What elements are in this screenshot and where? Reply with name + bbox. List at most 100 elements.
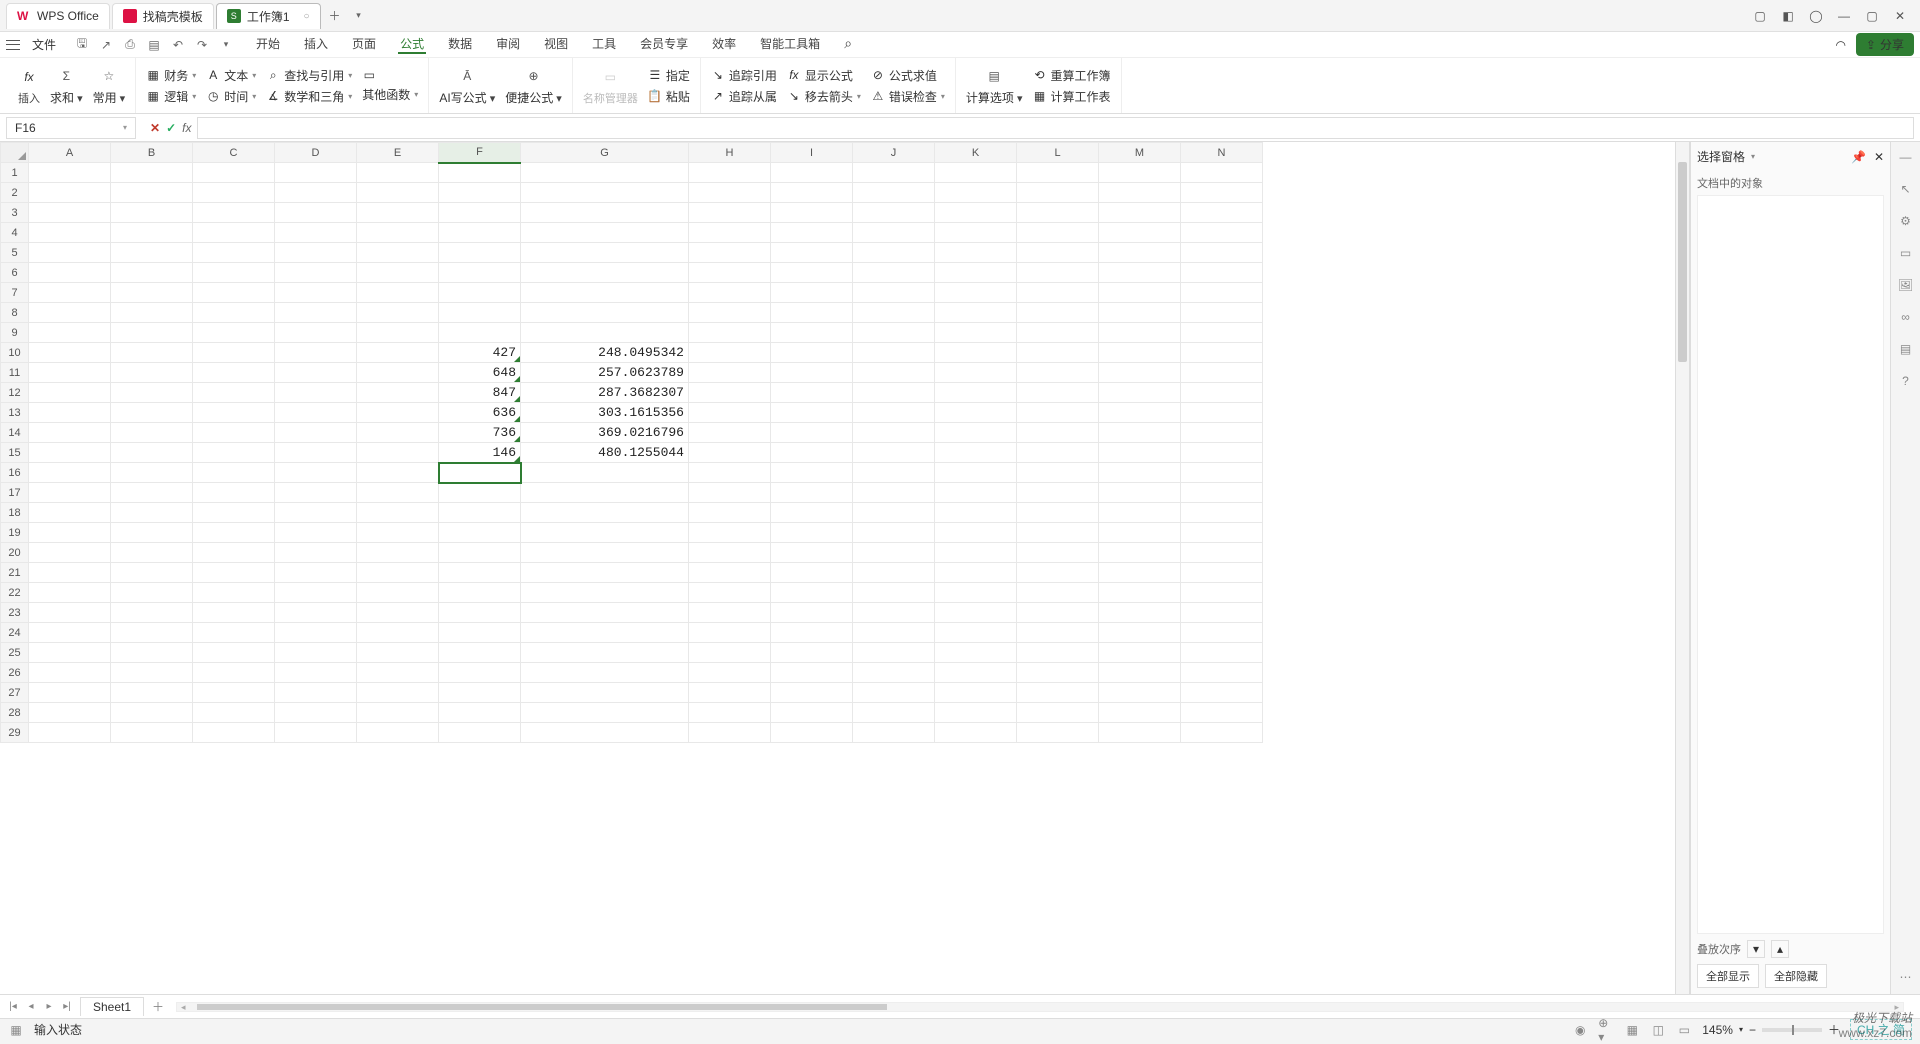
cell[interactable] (111, 603, 193, 623)
cell[interactable] (689, 523, 771, 543)
cell[interactable] (439, 523, 521, 543)
cell[interactable] (853, 443, 935, 463)
cell[interactable] (771, 623, 853, 643)
cell[interactable] (771, 603, 853, 623)
cell[interactable] (1017, 323, 1099, 343)
cell[interactable] (193, 563, 275, 583)
cell[interactable] (1099, 343, 1181, 363)
finance-button[interactable]: ▦财务▾ (146, 67, 196, 84)
tab-data[interactable]: 数据 (446, 35, 474, 54)
cell[interactable] (1099, 563, 1181, 583)
cell[interactable] (275, 663, 357, 683)
pin-icon[interactable]: 📌 (1851, 150, 1866, 164)
cell[interactable] (521, 623, 689, 643)
cell[interactable] (1099, 463, 1181, 483)
cell[interactable] (1017, 363, 1099, 383)
row-header[interactable]: 22 (1, 583, 29, 603)
cell[interactable] (275, 283, 357, 303)
cell[interactable] (689, 663, 771, 683)
cell[interactable] (111, 243, 193, 263)
cell[interactable] (439, 203, 521, 223)
cell[interactable] (357, 423, 439, 443)
cell[interactable] (1017, 683, 1099, 703)
cell[interactable] (193, 183, 275, 203)
cell[interactable] (853, 623, 935, 643)
cell[interactable] (1099, 283, 1181, 303)
print-icon[interactable]: ⎙ (122, 37, 138, 53)
col-header[interactable]: A (29, 143, 111, 163)
cell[interactable] (521, 323, 689, 343)
cell[interactable] (1181, 443, 1263, 463)
cell[interactable] (29, 623, 111, 643)
cell[interactable] (1017, 563, 1099, 583)
cell[interactable] (853, 703, 935, 723)
cell[interactable]: 648 (439, 363, 521, 383)
cell[interactable] (521, 223, 689, 243)
cell[interactable] (275, 443, 357, 463)
cell[interactable] (193, 703, 275, 723)
tab-page[interactable]: 页面 (350, 35, 378, 54)
cell[interactable] (689, 583, 771, 603)
cell[interactable]: 248.0495342 (521, 343, 689, 363)
chevron-down-icon[interactable]: ▾ (123, 123, 127, 132)
chevron-down-icon[interactable]: ▾ (1739, 1025, 1743, 1034)
cell[interactable] (111, 683, 193, 703)
row-header[interactable]: 16 (1, 463, 29, 483)
cell[interactable] (771, 483, 853, 503)
cell[interactable] (357, 603, 439, 623)
preview-icon[interactable]: ▤ (146, 37, 162, 53)
sheet-tab[interactable]: Sheet1 (80, 997, 144, 1016)
cell[interactable] (521, 683, 689, 703)
col-header[interactable]: K (935, 143, 1017, 163)
cell[interactable] (193, 723, 275, 743)
cell[interactable] (1181, 723, 1263, 743)
cell[interactable] (193, 583, 275, 603)
cell[interactable] (689, 503, 771, 523)
cell[interactable] (771, 243, 853, 263)
cell[interactable] (935, 163, 1017, 183)
row-header[interactable]: 23 (1, 603, 29, 623)
autosum-button[interactable]: Σ求和 ▾ (50, 65, 83, 106)
cell[interactable] (439, 603, 521, 623)
cell[interactable] (439, 703, 521, 723)
cell[interactable] (1017, 703, 1099, 723)
cell[interactable] (439, 263, 521, 283)
box-button[interactable]: ▭ (362, 68, 418, 82)
cell[interactable] (1017, 243, 1099, 263)
cell[interactable] (357, 683, 439, 703)
cell[interactable] (935, 683, 1017, 703)
eye-icon[interactable]: ◉ (1572, 1022, 1588, 1038)
cell[interactable] (1099, 683, 1181, 703)
more-icon[interactable]: ⋯ (1897, 968, 1915, 986)
cell[interactable] (689, 723, 771, 743)
cell[interactable] (111, 303, 193, 323)
zoom-control[interactable]: 145% ▾ − ＋ (1702, 1021, 1840, 1038)
cell[interactable]: 636 (439, 403, 521, 423)
cell[interactable] (111, 203, 193, 223)
cell[interactable] (357, 663, 439, 683)
cell[interactable] (1099, 643, 1181, 663)
cell[interactable] (111, 623, 193, 643)
cell[interactable] (357, 623, 439, 643)
cell[interactable] (111, 263, 193, 283)
cell[interactable] (29, 643, 111, 663)
cell[interactable] (1099, 403, 1181, 423)
cell[interactable] (521, 463, 689, 483)
cell[interactable] (853, 503, 935, 523)
cell[interactable] (771, 303, 853, 323)
cell[interactable] (935, 703, 1017, 723)
hamburger-icon[interactable] (6, 38, 20, 52)
cell[interactable] (275, 383, 357, 403)
cell[interactable] (689, 163, 771, 183)
cell[interactable] (1181, 403, 1263, 423)
cell[interactable] (1181, 583, 1263, 603)
cell[interactable] (357, 723, 439, 743)
tab-member[interactable]: 会员专享 (638, 35, 690, 54)
lookup-button[interactable]: ⌕查找与引用▾ (266, 67, 352, 84)
cell[interactable] (193, 643, 275, 663)
cell[interactable] (357, 223, 439, 243)
cell[interactable] (29, 663, 111, 683)
row-header[interactable]: 21 (1, 563, 29, 583)
tab-menu-button[interactable]: ▾ (347, 4, 371, 28)
cell[interactable] (439, 563, 521, 583)
